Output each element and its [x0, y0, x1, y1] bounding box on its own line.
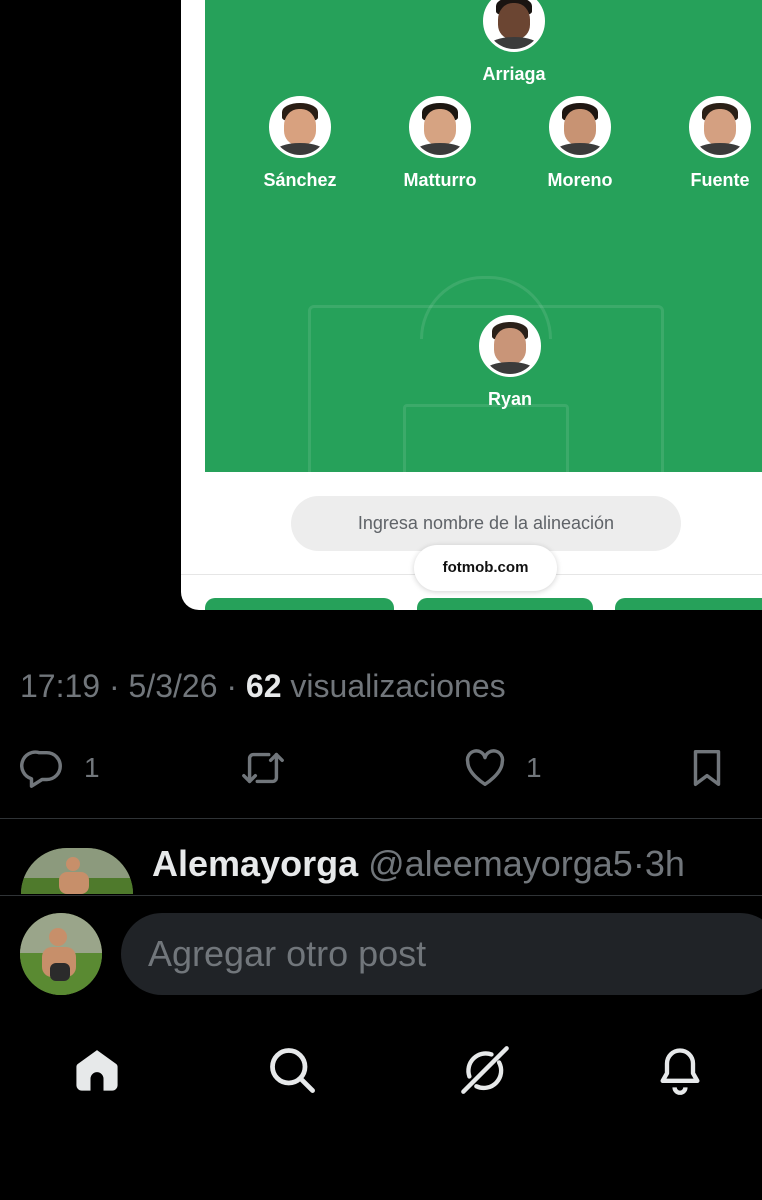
separator: ·	[226, 668, 238, 704]
player-sanchez: Sánchez	[245, 96, 355, 191]
reply-avatar[interactable]	[21, 848, 133, 894]
grok-icon	[461, 1046, 509, 1094]
tweet-actions: 1 1	[0, 745, 762, 797]
goal-box	[403, 404, 569, 472]
player-shirt	[275, 143, 325, 155]
player-name: Moreno	[547, 170, 613, 190]
notifications-icon	[660, 1048, 700, 1095]
player-ryan: Ryan	[455, 315, 565, 410]
reply-author-name[interactable]: Alemayorga	[152, 843, 358, 884]
bottom-nav	[0, 1040, 762, 1100]
player-face	[564, 109, 596, 146]
player-avatar	[483, 0, 545, 52]
pitch: Arriaga Sánchez Matturro Moreno Fuente R…	[205, 0, 762, 472]
reply-author-handle[interactable]: @aleemayorga5	[368, 843, 633, 884]
card-button	[417, 598, 593, 610]
search-icon	[270, 1048, 315, 1093]
embedded-image-card[interactable]: Arriaga Sánchez Matturro Moreno Fuente R…	[181, 0, 762, 610]
home-icon	[76, 1050, 118, 1091]
player-moreno: Moreno	[525, 96, 635, 191]
nav-notifications[interactable]	[650, 1040, 710, 1100]
player-face	[284, 109, 316, 146]
tweet-date: 5/3/26	[128, 668, 218, 704]
player-avatar	[549, 96, 611, 158]
reply-count: 1	[84, 752, 100, 783]
player-avatar	[689, 96, 751, 158]
player-shirt	[695, 143, 745, 155]
player-fuente: Fuente	[665, 96, 762, 191]
reply-icon	[20, 750, 62, 788]
player-avatar	[269, 96, 331, 158]
player-face	[704, 109, 736, 146]
avatar-photo	[20, 913, 102, 995]
reply-button[interactable]: 1	[20, 745, 100, 791]
nav-search[interactable]	[262, 1040, 322, 1100]
source-link[interactable]: fotmob.com	[414, 545, 557, 591]
player-matturro: Matturro	[385, 96, 495, 191]
player-shirt	[415, 143, 465, 155]
avatar-photo	[21, 848, 133, 894]
player-name: Matturro	[403, 170, 477, 190]
player-face	[498, 3, 530, 40]
bookmark-icon	[693, 749, 721, 787]
player-avatar	[409, 96, 471, 158]
reply-header: Alemayorga @aleemayorga5·3h	[152, 843, 685, 885]
repost-button[interactable]	[240, 745, 286, 791]
nav-grok[interactable]	[455, 1040, 515, 1100]
player-shirt	[555, 143, 605, 155]
player-name: Ryan	[487, 389, 532, 409]
tweet-meta: 17:19 · 5/3/26 · 62 visualizaciones	[20, 668, 506, 705]
player-face	[494, 328, 526, 365]
reply-time: 3h	[644, 843, 685, 884]
separator: ·	[108, 668, 120, 704]
nav-home[interactable]	[67, 1040, 127, 1100]
heart-icon	[465, 749, 505, 787]
bookmark-button[interactable]	[684, 745, 730, 791]
player-shirt	[485, 362, 535, 374]
lineup-name-field: Ingresa nombre de la alineación	[291, 496, 681, 551]
views-label[interactable]: visualizaciones	[290, 668, 505, 704]
player-avatar	[479, 315, 541, 377]
player-shirt	[489, 37, 539, 49]
card-button	[615, 598, 762, 610]
card-button	[205, 598, 394, 610]
like-button[interactable]: 1	[462, 745, 542, 791]
divider	[0, 895, 762, 896]
like-count: 1	[526, 752, 542, 783]
repost-icon	[242, 752, 284, 784]
compose-avatar[interactable]	[20, 913, 102, 995]
player-face	[424, 109, 456, 146]
player-arriaga: Arriaga	[459, 0, 569, 85]
separator: ·	[632, 843, 645, 884]
tweet-time: 17:19	[20, 668, 101, 704]
add-post-input[interactable]: Agregar otro post	[121, 913, 762, 995]
views-count[interactable]: 62	[246, 668, 282, 704]
player-name: Sánchez	[263, 170, 337, 190]
player-name: Arriaga	[482, 64, 546, 84]
divider	[0, 818, 762, 819]
player-name: Fuente	[690, 170, 750, 190]
